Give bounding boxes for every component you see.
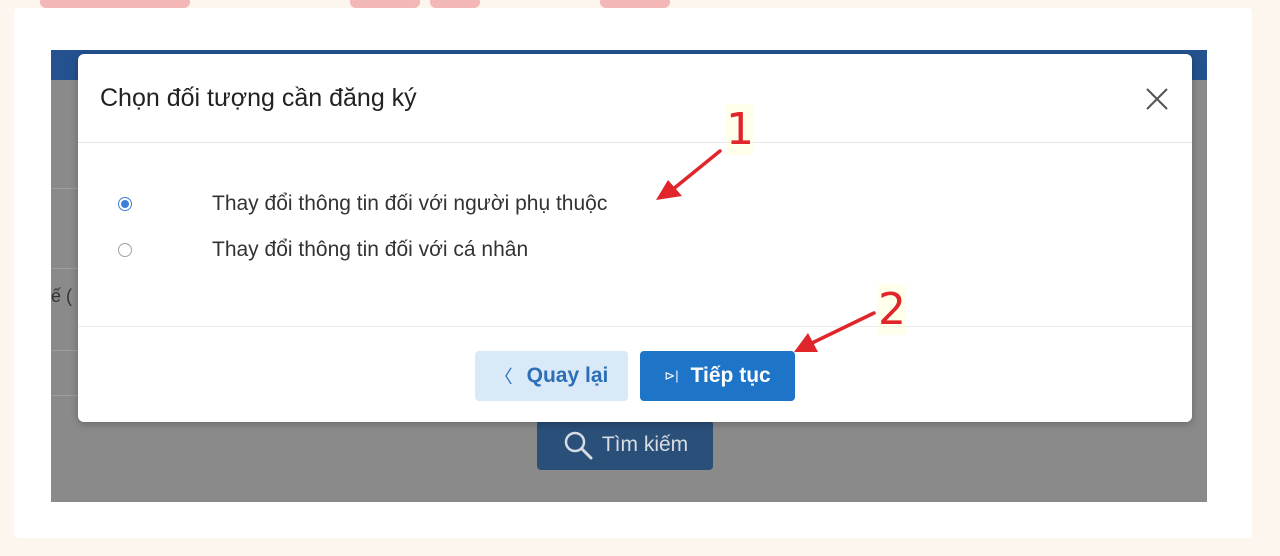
- dialog-title: Chọn đối tượng cần đăng ký: [100, 84, 417, 112]
- next-button-label: Tiếp tục: [690, 364, 771, 387]
- option-dependent[interactable]: Thay đổi thông tin đối với người phụ thu…: [118, 192, 607, 216]
- search-button[interactable]: Tìm kiếm: [537, 420, 713, 470]
- top-decoration-center: [350, 0, 420, 8]
- annotation-step-1: 1: [726, 104, 754, 155]
- option-individual-label: Thay đổi thông tin đối với cá nhân: [212, 238, 529, 261]
- select-subject-dialog: Chọn đối tượng cần đăng ký Thay đổi thôn…: [78, 54, 1192, 422]
- chevron-left-icon: 〈: [494, 367, 513, 387]
- background-text-fragment: ế (: [51, 286, 73, 306]
- option-dependent-label: Thay đổi thông tin đối với người phụ thu…: [212, 192, 608, 215]
- step-forward-icon: ⊳|: [664, 368, 679, 383]
- annotation-step-2: 2: [878, 284, 906, 335]
- close-icon[interactable]: [1144, 86, 1170, 112]
- radio-individual[interactable]: [118, 243, 132, 257]
- option-individual[interactable]: Thay đổi thông tin đối với cá nhân: [118, 238, 528, 262]
- back-button-label: Quay lại: [526, 364, 609, 387]
- top-decoration-right: [600, 0, 670, 8]
- dialog-header: Chọn đối tượng cần đăng ký: [78, 54, 1192, 143]
- dialog-footer-divider: [78, 326, 1192, 327]
- next-button[interactable]: ⊳| Tiếp tục: [640, 351, 795, 401]
- search-button-label: Tìm kiếm: [601, 433, 689, 456]
- radio-dependent[interactable]: [118, 197, 132, 211]
- top-decoration-center-2: [430, 0, 480, 8]
- top-decoration-left: [40, 0, 190, 8]
- back-button[interactable]: 〈 Quay lại: [475, 351, 628, 401]
- search-icon: [564, 431, 593, 460]
